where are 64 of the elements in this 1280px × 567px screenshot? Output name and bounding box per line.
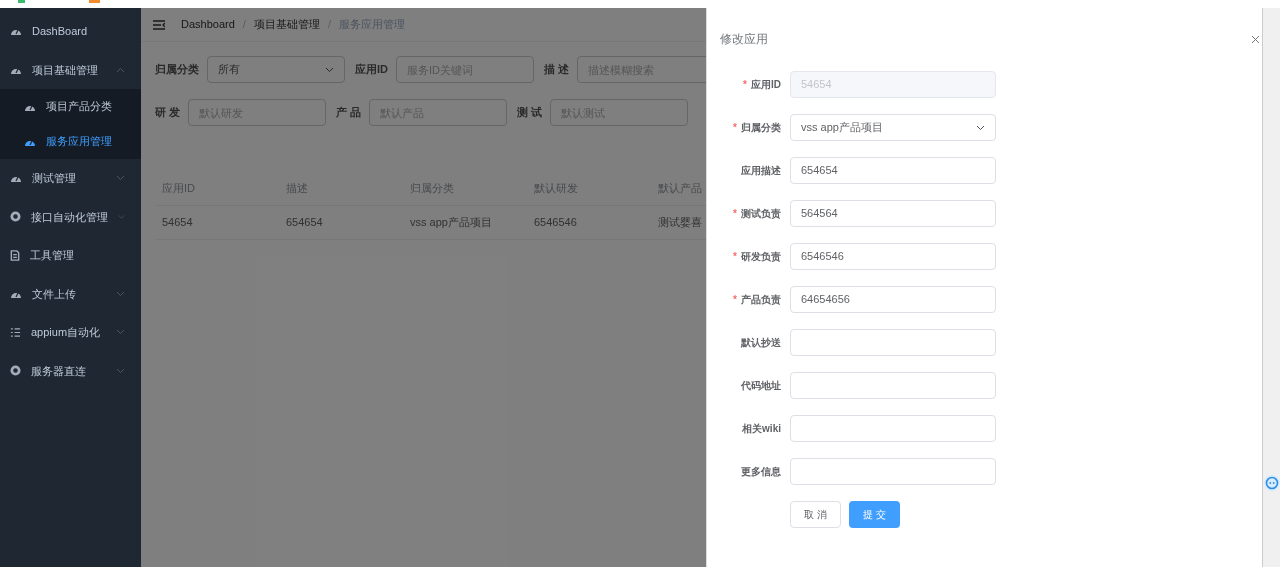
filter-label: 产 品 <box>336 105 362 121</box>
breadcrumb-item[interactable]: Dashboard <box>181 16 235 33</box>
category-select[interactable]: vss app产品项目 <box>790 114 996 141</box>
chat-icon[interactable] <box>1262 474 1280 492</box>
filter-label: 应用ID <box>355 62 388 78</box>
field-label: * 测试负责 <box>733 207 781 221</box>
text-field[interactable]: 6546546 <box>790 243 996 270</box>
filter-label: 测 试 <box>517 105 543 121</box>
field-label: 代码地址 <box>741 379 781 393</box>
breadcrumb-item[interactable]: 项目基础管理 <box>253 16 320 33</box>
breadcrumb-separator: / <box>327 17 331 33</box>
text-field[interactable]: 654654 <box>790 157 996 184</box>
text-field[interactable]: 64654656 <box>790 286 996 313</box>
category-select[interactable]: 所有 <box>207 56 345 83</box>
text-field[interactable]: 564564 <box>790 200 996 227</box>
document-icon <box>10 249 20 261</box>
field-label: * 研发负责 <box>733 250 781 264</box>
chevron-down-icon <box>118 213 125 220</box>
field-label: 更多信息 <box>741 465 781 479</box>
field-label: * 产品负责 <box>733 293 781 307</box>
list-icon <box>10 326 21 338</box>
drawer-title: 修改应用 <box>720 31 768 48</box>
field-label: 相关wiki <box>742 422 781 436</box>
submenu-item[interactable]: 项目产品分类 <box>0 89 141 124</box>
app-icon <box>18 0 25 3</box>
text-field[interactable] <box>790 415 996 442</box>
table-cell-text: 54654 <box>161 215 194 231</box>
breadcrumb-separator: / <box>242 17 246 33</box>
chevron-up-icon <box>116 66 125 73</box>
filter-label: 归属分类 <box>155 62 199 78</box>
text-field[interactable] <box>790 329 996 356</box>
field-label: 默认抄送 <box>741 336 781 350</box>
filter-label: 描 述 <box>544 62 570 78</box>
chevron-down-icon <box>116 367 125 374</box>
menu-item[interactable]: 测试管理 <box>0 159 141 198</box>
circle-icon <box>10 211 21 223</box>
circle-icon <box>10 365 21 377</box>
field-label: * 归属分类 <box>733 121 781 135</box>
table-cell-text: vss app产品项目 <box>409 215 493 231</box>
menu-item[interactable]: 服务器直连 <box>0 351 141 390</box>
cancel-button[interactable]: 取 消 <box>790 501 841 528</box>
chevron-down-icon <box>116 329 125 336</box>
text-field[interactable] <box>790 458 996 485</box>
menu-item[interactable]: 接口自动化管理 <box>0 197 141 236</box>
menu-icon[interactable] <box>153 19 165 30</box>
table-cell-text: 6546546 <box>533 215 578 231</box>
app-icon <box>89 0 100 3</box>
chevron-down-icon <box>325 66 334 73</box>
submenu-item[interactable]: 服务应用管理 <box>0 124 141 159</box>
menu-item[interactable]: 文件上传 <box>0 274 141 313</box>
chevron-down-icon <box>116 175 125 182</box>
close-icon[interactable] <box>1251 34 1260 44</box>
menu-item[interactable]: appium自动化 <box>0 313 141 352</box>
menu-item[interactable]: DashBoard <box>0 12 141 51</box>
chevron-down-icon <box>116 290 125 297</box>
filter-label: 研 发 <box>155 105 181 121</box>
menu-item[interactable]: 项目基础管理 <box>0 50 141 89</box>
field-label: 应用描述 <box>741 164 781 178</box>
table-cell-text: 654654 <box>285 215 324 231</box>
table-cell-text: 测试婴喜 <box>657 215 703 231</box>
field-label: * 应用ID <box>743 78 781 92</box>
text-field[interactable] <box>790 372 996 399</box>
chevron-down-icon <box>976 124 985 131</box>
menu-item[interactable]: 工具管理 <box>0 236 141 275</box>
